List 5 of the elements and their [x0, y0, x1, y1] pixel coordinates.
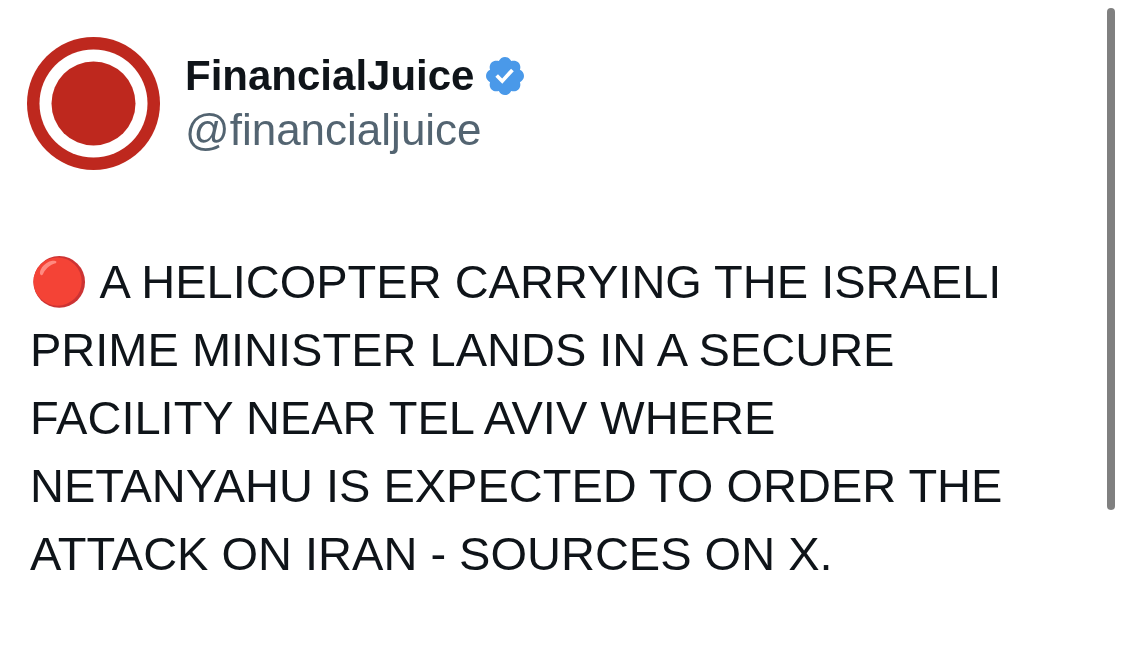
- author-name[interactable]: FinancialJuice: [185, 51, 475, 101]
- author-handle[interactable]: @financialjuice: [185, 105, 482, 155]
- scrollbar[interactable]: [1107, 8, 1115, 510]
- avatar-icon: [27, 37, 160, 170]
- tweet-text: 🔴 A HELICOPTER CARRYING THE ISRAELI PRIME MINISTER LANDS IN A SECURE FACILITY NEAR TEL AVIV WHERE NETANYAHU IS EXPECTED TO ORDER THE ATTACK ON IRAN - SOURCES ON X.: [30, 254, 1004, 582]
